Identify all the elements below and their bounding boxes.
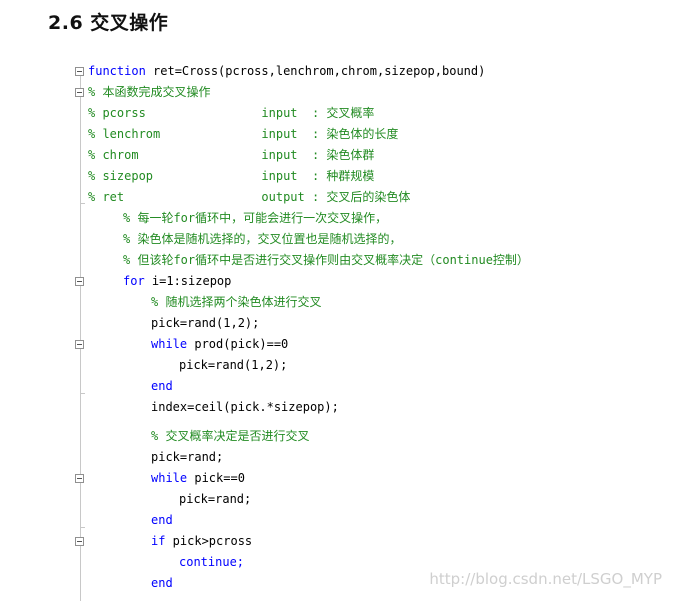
code-end: end: [151, 379, 173, 393]
code-comment: % 本函数完成交叉操作: [88, 85, 211, 99]
code-comment: % lenchrom input : 染色体的长度: [88, 127, 399, 141]
fold-collapse-icon[interactable]: [75, 88, 84, 97]
code-text: pick>pcross: [165, 534, 253, 548]
fold-collapse-icon[interactable]: [75, 537, 84, 546]
fold-end-marker: [80, 203, 85, 204]
fold-guide: [80, 75, 81, 601]
code-line-while: while prod(pick)==0: [151, 334, 288, 355]
fold-collapse-icon[interactable]: [75, 340, 84, 349]
code-line-if: if pick>pcross: [151, 531, 252, 552]
code-end: end: [151, 513, 173, 527]
fold-collapse-icon[interactable]: [75, 67, 84, 76]
code-line-for: for i=1:sizepop: [123, 271, 231, 292]
keyword: while: [151, 337, 188, 351]
code-statement: pick=rand;: [151, 450, 224, 464]
code-continue: continue;: [179, 555, 245, 569]
code-comment: % 随机选择两个染色体进行交叉: [151, 295, 322, 309]
keyword: if: [151, 534, 166, 548]
code-comment: % 每一轮for循环中，可能会进行一次交叉操作，: [123, 211, 388, 225]
fold-end-marker: [80, 527, 85, 528]
code-text: i=1:sizepop: [144, 274, 232, 288]
section-heading: 2.6 交叉操作: [48, 12, 169, 34]
code-editor: function ret=Cross(pcross,lenchrom,chrom…: [72, 60, 662, 601]
code-statement: index=ceil(pick.*sizepop);: [151, 400, 339, 414]
code-comment: % 交叉概率决定是否进行交叉: [151, 429, 310, 443]
fold-collapse-icon[interactable]: [75, 474, 84, 483]
code-statement: pick=rand(1,2);: [179, 358, 288, 372]
code-end: end: [151, 576, 173, 590]
watermark-url: http://blog.csdn.net/LSGO_MYP: [429, 570, 662, 588]
code-comment: % 但该轮for循环中是否进行交叉操作则由交叉概率决定（continue控制）: [123, 253, 529, 267]
code-comment: % chrom input : 染色体群: [88, 148, 375, 162]
code-statement: pick=rand;: [179, 492, 252, 506]
code-comment: % pcorss input : 交叉概率: [88, 106, 375, 120]
code-line-while: while pick==0: [151, 468, 245, 489]
keyword: for: [123, 274, 145, 288]
code-comment: % 染色体是随机选择的，交叉位置也是随机选择的，: [123, 232, 402, 246]
code-comment: % sizepop input : 种群规模: [88, 169, 375, 183]
fold-end-marker: [80, 393, 85, 394]
keyword: function: [88, 64, 146, 78]
code-statement: pick=rand(1,2);: [151, 316, 260, 330]
code-text: pick==0: [187, 471, 245, 485]
fold-collapse-icon[interactable]: [75, 277, 84, 286]
code-comment: % ret output : 交叉后的染色体: [88, 190, 411, 204]
keyword: while: [151, 471, 188, 485]
code-line-function: function ret=Cross(pcross,lenchrom,chrom…: [88, 61, 485, 82]
function-signature: ret=Cross(pcross,lenchrom,chrom,sizepop,…: [145, 64, 486, 78]
code-text: prod(pick)==0: [187, 337, 289, 351]
